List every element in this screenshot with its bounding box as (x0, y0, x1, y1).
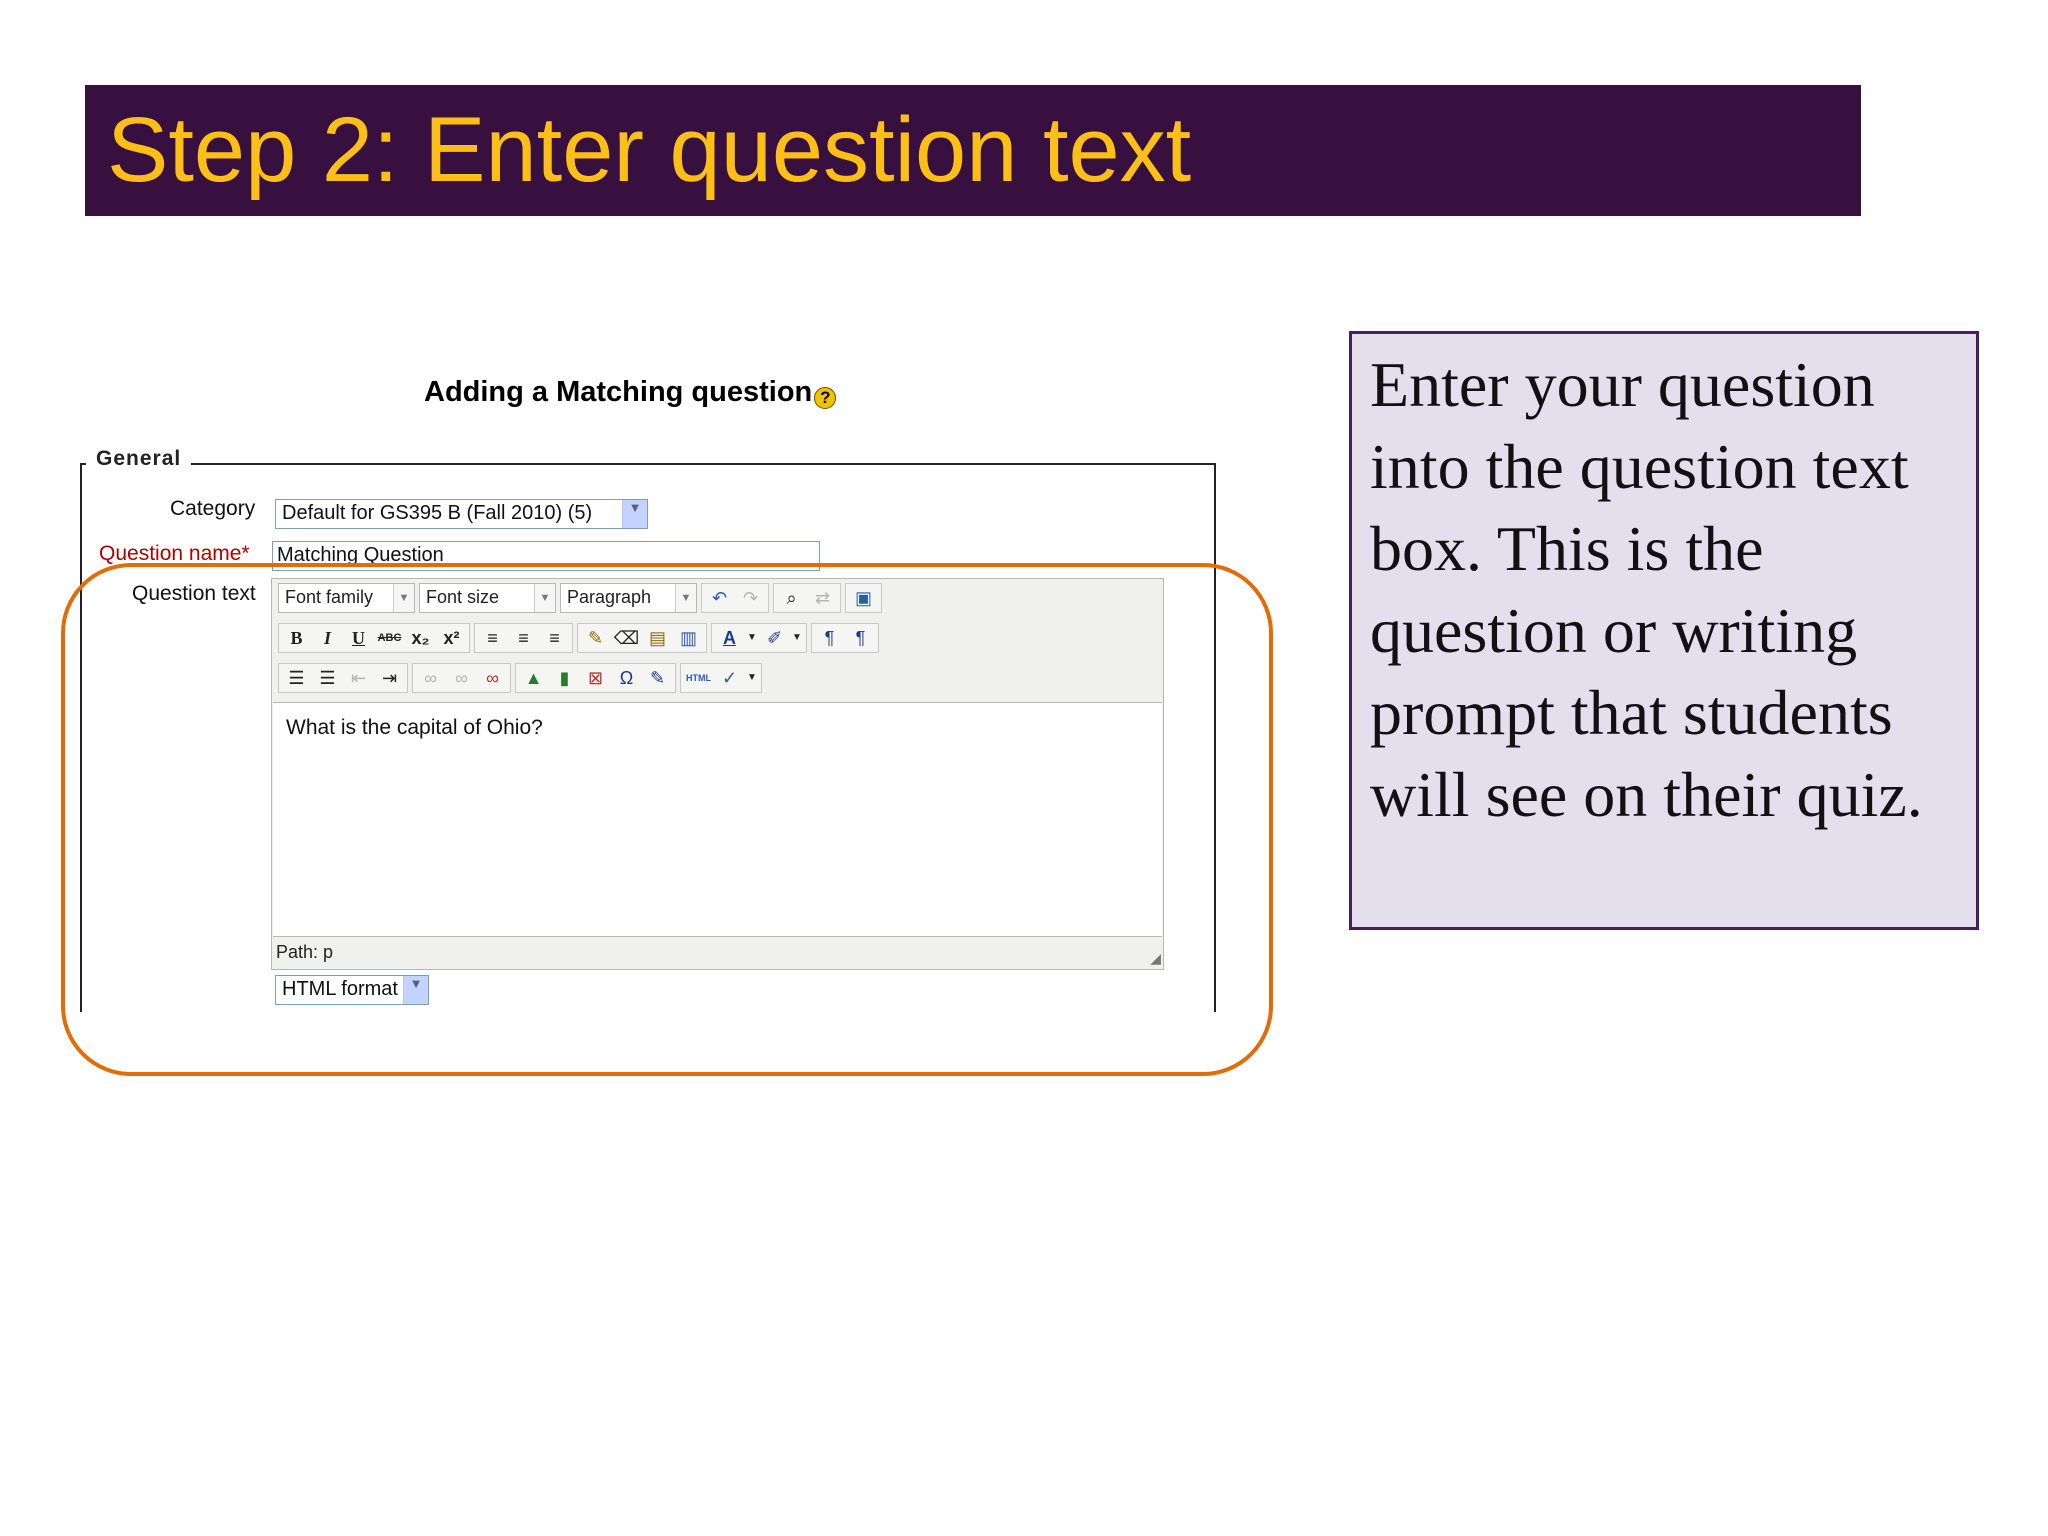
callout-text: Enter your question into the question te… (1370, 349, 1923, 830)
category-label: Category (170, 497, 256, 520)
help-icon[interactable]: ? (814, 387, 837, 409)
slide-title: Step 2: Enter question text (107, 99, 1192, 201)
category-value: Default for GS395 B (Fall 2010) (5) (282, 502, 593, 524)
category-select[interactable]: Default for GS395 B (Fall 2010) (5) ▼ (275, 499, 648, 529)
highlight-annotation (61, 563, 1273, 1076)
chevron-down-icon: ▼ (622, 500, 647, 528)
form-heading: Adding a Matching question? (424, 376, 837, 409)
fieldset-legend: General (86, 447, 192, 471)
slide-title-bar: Step 2: Enter question text (85, 85, 1861, 216)
callout-box: Enter your question into the question te… (1349, 331, 1979, 930)
form-heading-text: Adding a Matching question (424, 376, 813, 408)
